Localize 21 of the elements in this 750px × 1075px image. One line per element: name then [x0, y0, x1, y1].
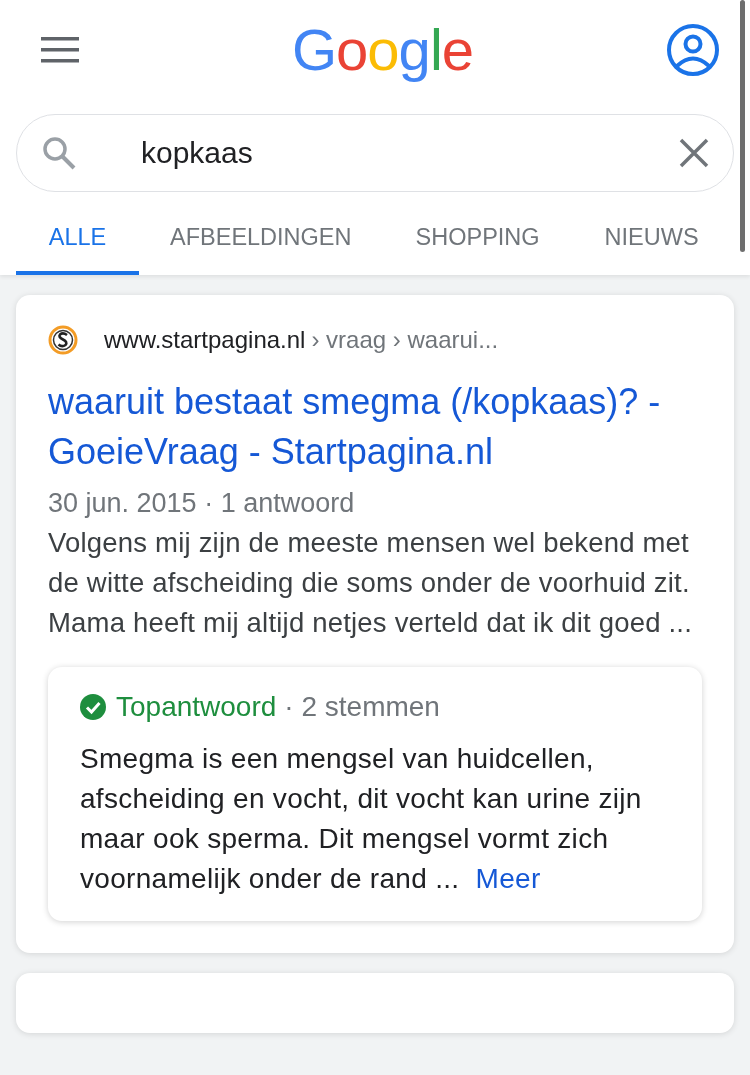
result-title-link[interactable]: waaruit bestaat smegma (/kopkaas)? - GoeieVraag - Startpagina.nl: [48, 377, 702, 477]
more-link[interactable]: Meer: [475, 863, 541, 894]
top-answer-label: Topantwoord: [116, 691, 277, 723]
tab[interactable]: NIEUWS: [604, 206, 699, 275]
result-date: 30 jun. 2015 · 1 antwoord: [48, 487, 356, 520]
tab[interactable]: SHOPPING: [415, 206, 540, 275]
tab[interactable]: AFBEELDINGEN: [170, 206, 352, 275]
close-icon[interactable]: [679, 138, 709, 168]
site-favicon-icon: [48, 325, 78, 355]
vote-count: · 2 stemmen: [284, 691, 440, 723]
search-field[interactable]: kopkaas: [141, 136, 679, 170]
scrollbar[interactable]: [740, 0, 745, 252]
site-url: www.startpagina.nl: [104, 326, 306, 354]
menu-icon[interactable]: [41, 37, 79, 63]
search-icon[interactable]: [41, 135, 77, 171]
tab[interactable]: ALLE: [16, 206, 139, 275]
account-icon[interactable]: [666, 23, 720, 77]
result-snippet: Volgens mij zijn de meeste mensen wel bekend met de witte afscheiding die soms onder de voorhuid zit. Mama heeft mij altijd netjes verteld dat ik dit goed ...: [48, 526, 693, 640]
answer-text: Smegma is een mengsel van huidcellen, afscheiding en vocht, dit vocht kan urine zijn maar ook sperma. Dit mengsel vormt zich voornamelijk onder de rand ... Meer: [80, 742, 643, 896]
breadcrumb-path: › vraag › waarui...: [311, 326, 499, 354]
check-circle-icon: [80, 694, 106, 720]
